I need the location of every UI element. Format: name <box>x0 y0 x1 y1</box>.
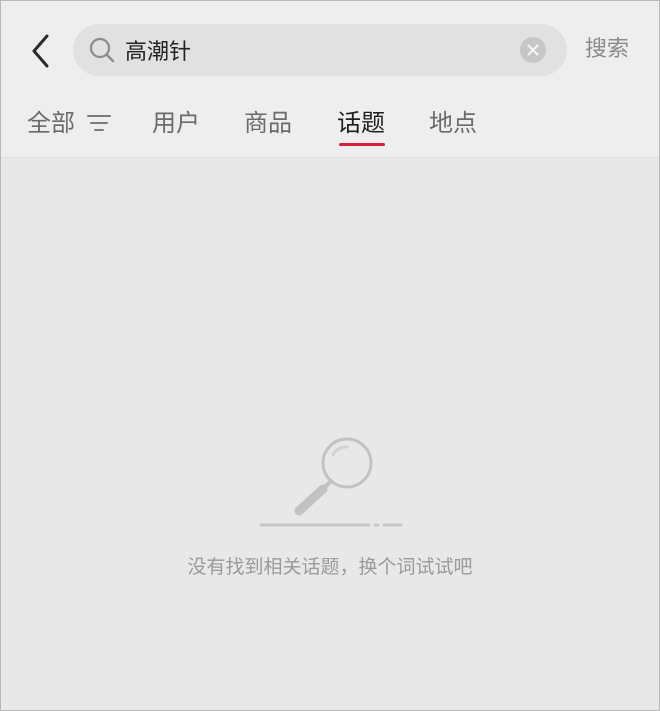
search-icon <box>89 37 115 63</box>
tab-all-label: 全部 <box>27 109 75 137</box>
active-tab-indicator <box>339 143 385 146</box>
chevron-left-icon <box>32 34 49 68</box>
search-input[interactable] <box>125 24 505 76</box>
tab-places[interactable]: 地点 <box>429 103 477 143</box>
tab-all[interactable]: 全部 <box>27 103 75 143</box>
tab-products[interactable]: 商品 <box>244 103 292 143</box>
back-button[interactable] <box>23 27 59 75</box>
search-submit-button[interactable]: 搜索 <box>585 33 629 67</box>
magnifier-illustration-icon <box>259 437 403 527</box>
clear-circle-icon[interactable] <box>519 36 547 64</box>
tab-topics[interactable]: 话题 <box>337 103 385 143</box>
app-frame: 搜索 全部 用户 商品 话题 地点 没有找到相关话题，换个词试试吧 <box>0 0 660 711</box>
search-header: 搜索 <box>1 1 659 99</box>
search-box <box>73 24 567 76</box>
tab-users[interactable]: 用户 <box>152 103 200 143</box>
tab-bar: 全部 用户 商品 话题 地点 <box>1 99 659 158</box>
filter-lines-icon[interactable] <box>87 113 111 133</box>
empty-state-message: 没有找到相关话题，换个词试试吧 <box>187 556 473 578</box>
